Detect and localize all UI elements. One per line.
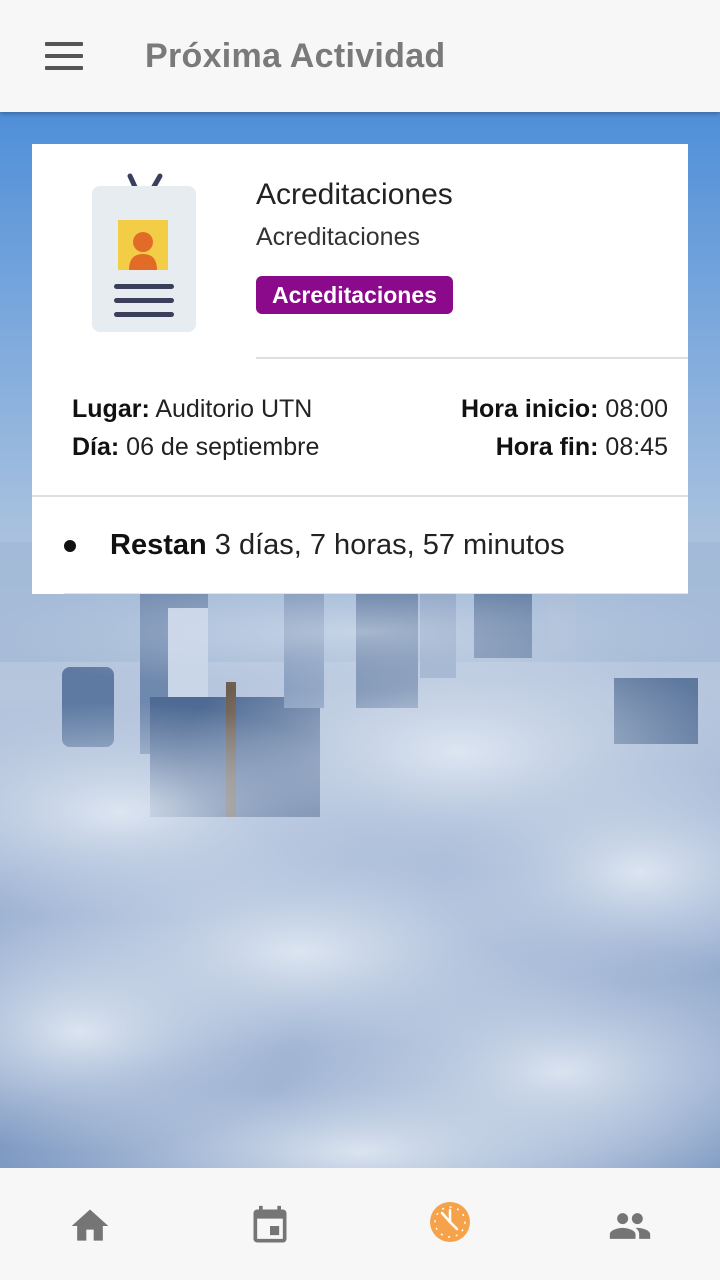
id-badge-icon xyxy=(92,173,196,332)
dia-label: Día: xyxy=(72,433,120,461)
bottom-navigation xyxy=(0,1168,720,1280)
hora-fin-label: Hora fin: xyxy=(495,433,599,461)
activity-header: Acreditaciones Acreditaciones Acreditaci… xyxy=(32,144,688,359)
hora-fin-value: 08:45 xyxy=(598,433,668,461)
lugar-value: Auditorio UTN xyxy=(149,395,313,423)
home-icon[interactable] xyxy=(68,1204,112,1248)
hora-inicio-label: Hora inicio: xyxy=(460,395,599,423)
bullet-icon xyxy=(64,539,76,552)
dia-value: 06 de septiembre xyxy=(119,433,320,461)
people-icon[interactable] xyxy=(608,1204,652,1248)
hora-inicio-row: Hora inicio: 08:00 xyxy=(461,395,668,424)
hora-fin-row: Hora fin: 08:45 xyxy=(496,433,668,462)
page-title: Próxima Actividad xyxy=(145,36,446,75)
countdown-value: 3 días, 7 horas, 57 minutos xyxy=(206,529,565,561)
activity-title: Acreditaciones xyxy=(256,178,453,211)
activity-subtitle: Acreditaciones xyxy=(256,223,420,251)
activity-card[interactable]: Acreditaciones Acreditaciones Acreditaci… xyxy=(32,144,688,594)
countdown-label: Restan xyxy=(110,529,207,561)
lugar-label: Lugar: xyxy=(72,395,150,423)
calendar-icon[interactable] xyxy=(248,1204,292,1248)
menu-icon[interactable] xyxy=(45,42,85,70)
hora-inicio-value: 08:00 xyxy=(598,395,668,423)
countdown-text: Restan 3 días, 7 horas, 57 minutos xyxy=(110,529,565,562)
activity-tag: Acreditaciones xyxy=(256,276,453,314)
countdown-row: Restan 3 días, 7 horas, 57 minutos xyxy=(32,497,688,594)
lugar-row: Lugar: Auditorio UTN xyxy=(72,395,312,424)
divider xyxy=(64,593,688,594)
activity-details: Lugar: Auditorio UTN Día: 06 de septiemb… xyxy=(32,359,688,497)
dia-row: Día: 06 de septiembre xyxy=(72,433,319,462)
clock-icon[interactable] xyxy=(428,1200,472,1244)
top-app-bar: Próxima Actividad xyxy=(0,0,720,112)
